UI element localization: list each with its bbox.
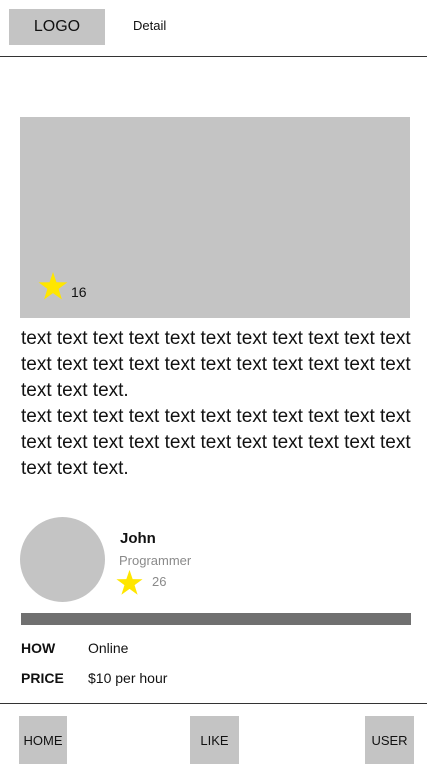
- bottom-nav: HOME LIKE USER: [0, 703, 427, 775]
- description-paragraph: text text text text text text text text …: [21, 328, 411, 401]
- section-divider-bar: [21, 613, 411, 625]
- avatar[interactable]: [20, 517, 105, 602]
- how-value: Online: [88, 640, 129, 656]
- how-label: HOW: [21, 640, 56, 656]
- price-value: $10 per hour: [88, 670, 168, 686]
- app-header: LOGO Detail: [0, 0, 427, 57]
- star-icon[interactable]: [115, 568, 144, 597]
- like-button-label: LIKE: [200, 732, 229, 748]
- hero-image: 16: [20, 117, 410, 318]
- user-button[interactable]: USER: [365, 716, 414, 764]
- logo-label: LOGO: [33, 18, 81, 35]
- price-label: PRICE: [21, 670, 64, 686]
- home-button[interactable]: HOME: [19, 716, 67, 764]
- logo-button[interactable]: LOGO: [9, 9, 105, 45]
- user-button-label: USER: [371, 732, 408, 748]
- star-icon[interactable]: [37, 270, 69, 302]
- description-paragraph: text text text text text text text text …: [21, 406, 411, 479]
- like-button[interactable]: LIKE: [190, 716, 239, 764]
- description-text: text text text text text text text text …: [21, 326, 411, 482]
- profile-name: John: [120, 530, 156, 547]
- detail-nav-link[interactable]: Detail: [133, 18, 166, 33]
- home-button-label: HOME: [23, 732, 63, 748]
- hero-star-count: 16: [71, 284, 87, 300]
- profile-star-count: 26: [152, 574, 167, 589]
- profile-role: Programmer: [119, 553, 192, 568]
